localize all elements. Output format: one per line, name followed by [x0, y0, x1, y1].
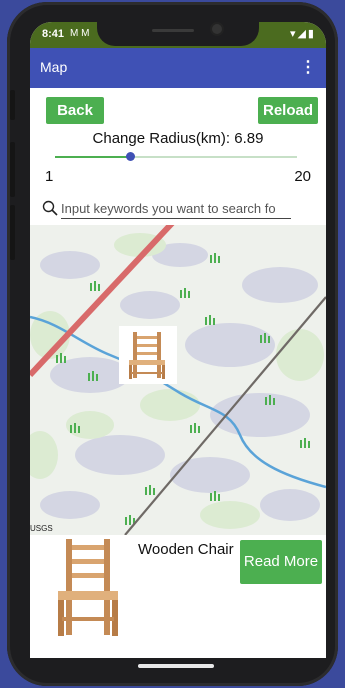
speaker: [152, 29, 194, 32]
slider-min-label: 1: [45, 168, 54, 185]
item-title: Wooden Chair: [138, 541, 234, 558]
slider-fill: [55, 156, 130, 158]
status-time: 8:41: [42, 28, 65, 40]
radius-slider[interactable]: [55, 152, 297, 161]
chair-icon: [129, 332, 165, 379]
map-marker-chair[interactable]: [119, 326, 177, 384]
info-card: Wooden Chair Read More: [30, 535, 326, 658]
back-button[interactable]: Back: [46, 97, 104, 124]
screen: 8:41 M M ▾◢▮ Map ⋮ Back Reload Change Ra…: [30, 22, 326, 658]
side-button: [10, 90, 15, 120]
search-input[interactable]: [61, 198, 291, 219]
slider-max-label: 20: [294, 168, 311, 185]
home-indicator[interactable]: [138, 664, 214, 668]
reload-button[interactable]: Reload: [258, 97, 318, 124]
side-button: [10, 142, 15, 197]
chair-image: [58, 539, 118, 636]
page-title: Map: [40, 59, 68, 75]
map-attribution: USGS: [30, 524, 53, 533]
map-view[interactable]: USGS: [30, 225, 326, 535]
camera: [212, 24, 222, 34]
notification-icons: M M: [70, 28, 90, 39]
search-icon: [42, 200, 58, 216]
overflow-menu-icon[interactable]: ⋮: [300, 57, 316, 77]
map-tiles: [30, 225, 326, 535]
radius-label: Change Radius(km): 6.89: [92, 130, 264, 147]
side-button: [10, 205, 15, 260]
signal-battery-icons: ▾◢▮: [289, 28, 316, 40]
notch: [97, 22, 259, 46]
read-more-button[interactable]: Read More: [240, 540, 322, 584]
app-bar: Map ⋮: [30, 48, 326, 88]
slider-thumb[interactable]: [126, 152, 135, 161]
